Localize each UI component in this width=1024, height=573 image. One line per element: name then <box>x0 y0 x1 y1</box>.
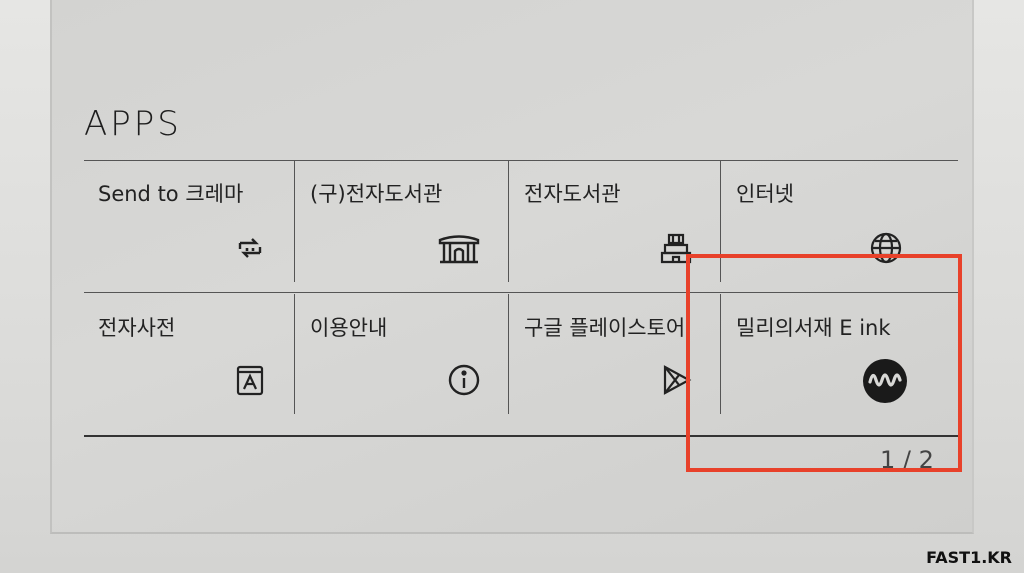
app-label: 전자도서관 <box>524 182 621 206</box>
send-sync-icon <box>232 230 268 266</box>
app-label: 이용안내 <box>310 316 388 340</box>
grid-line <box>508 160 509 282</box>
app-label: (구)전자도서관 <box>310 182 443 206</box>
app-tile-old-library[interactable]: (구)전자도서관 <box>296 160 508 282</box>
highlight-box <box>686 254 962 472</box>
library-building-icon <box>436 230 482 266</box>
grid-line <box>508 294 509 414</box>
grid-line <box>294 294 295 414</box>
app-label: 인터넷 <box>736 182 794 206</box>
info-icon <box>446 362 482 398</box>
app-tile-user-guide[interactable]: 이용안내 <box>296 294 508 414</box>
page-title: APPS <box>84 104 182 144</box>
app-tile-send-to-crema[interactable]: Send to 크레마 <box>84 160 294 282</box>
app-label: 전자사전 <box>98 316 176 340</box>
watermark: FAST1.KR <box>926 548 1012 567</box>
dictionary-icon <box>232 362 268 398</box>
app-tile-dictionary[interactable]: 전자사전 <box>84 294 294 414</box>
grid-line <box>294 160 295 282</box>
app-label: Send to 크레마 <box>98 182 244 206</box>
